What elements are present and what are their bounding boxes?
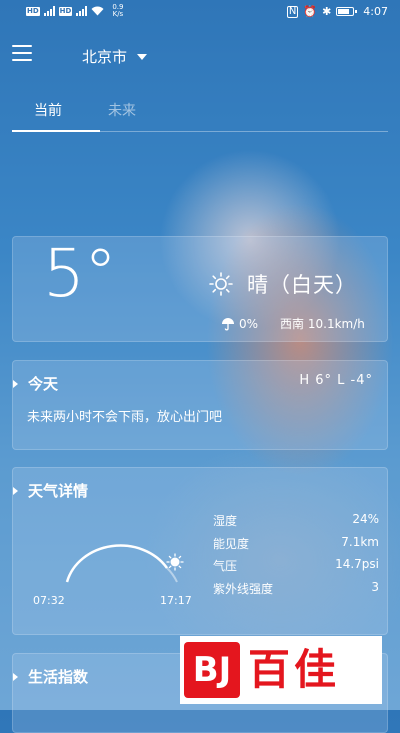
signal-icon: [43, 6, 55, 16]
today-description: 未来两小时不会下雨，放心出门吧: [27, 410, 223, 425]
menu-icon[interactable]: [12, 45, 32, 61]
battery-icon: [336, 7, 358, 16]
today-header: 今天: [13, 373, 58, 394]
chevron-down-icon: [137, 53, 148, 60]
speed-unit: K/s: [112, 10, 124, 18]
detail-header: 天气详情: [13, 480, 88, 501]
today-title: 今天: [28, 375, 59, 393]
sun-arc-path: [65, 544, 169, 583]
precip-wind-row: 0% 西南 10.1km/h: [221, 315, 365, 332]
metric-value: 7.1km: [341, 534, 379, 549]
caret-right-icon: [13, 486, 18, 495]
condition-text: 晴（白天）: [247, 273, 357, 297]
city-name: 北京市: [82, 48, 128, 66]
life-title: 生活指数: [28, 668, 89, 686]
status-left: HD HD 0.9 K/s: [26, 4, 123, 18]
metric-humidity: 湿度 24%: [213, 512, 379, 535]
wifi-icon: [91, 6, 104, 16]
tab-indicator: [12, 130, 100, 132]
metric-visibility: 能见度 7.1km: [213, 535, 379, 558]
brand-logo-mark: BJ: [184, 642, 240, 698]
brand-logo-text: 百佳: [248, 645, 341, 694]
condition-row: 晴（白天）: [209, 269, 357, 299]
sunrise-time: 07:32: [33, 594, 65, 607]
caret-right-icon: [13, 379, 18, 388]
detail-metrics: 湿度 24% 能见度 7.1km 气压 14.7psi 紫外线强度 3: [213, 512, 379, 602]
hd-badge-2: HD: [58, 6, 73, 16]
today-card[interactable]: 今天 H 6° L -4° 未来两小时不会下雨，放心出门吧: [12, 360, 388, 450]
precipitation-value: 0%: [239, 316, 259, 331]
current-temperature: 5°: [43, 235, 117, 312]
brand-watermark: BJ 百佳: [180, 636, 382, 704]
status-right: N ⏰ ✱ 4:07: [286, 5, 388, 18]
city-selector[interactable]: 北京市: [82, 46, 148, 67]
metric-uv: 紫外线强度 3: [213, 580, 379, 603]
sunset-time: 17:17: [160, 594, 192, 607]
sun-arc-chart: [65, 544, 184, 583]
detail-title: 天气详情: [28, 482, 89, 500]
tab-current[interactable]: 当前: [34, 100, 62, 120]
sun-position-icon: [166, 553, 184, 571]
high-low-temp: H 6° L -4°: [299, 373, 373, 388]
signal-icon-2: [76, 6, 88, 16]
status-bar: HD HD 0.9 K/s N ⏰ ✱ 4:07: [0, 0, 400, 26]
caret-right-icon: [13, 672, 18, 681]
umbrella-icon: [222, 317, 234, 330]
metric-label: 湿度: [213, 514, 238, 528]
metric-label: 能见度: [213, 536, 250, 551]
nfc-icon: N: [286, 5, 299, 18]
metric-pressure: 气压 14.7psi: [213, 557, 379, 580]
alarm-icon: ⏰: [303, 5, 318, 18]
metric-label: 紫外线强度: [213, 581, 274, 596]
wind-value: 西南 10.1km/h: [280, 317, 365, 331]
hd-badge: HD: [26, 6, 40, 16]
metric-value: 14.7psi: [335, 557, 379, 571]
sun-icon: [209, 272, 233, 296]
metric-label: 气压: [213, 559, 238, 573]
metric-value: 3: [371, 579, 379, 594]
metric-value: 24%: [352, 512, 379, 526]
life-header: 生活指数: [13, 666, 88, 687]
current-weather-card: 5° 晴（白天） 0% 西南 10.1km/h: [12, 235, 388, 342]
clock: 4:07: [363, 5, 388, 18]
tab-bar: 当前 未来: [12, 96, 388, 132]
tab-future[interactable]: 未来: [108, 100, 136, 120]
weather-detail-card[interactable]: 天气详情 07:32 17:17 湿度 24% 能见度 7.1km 气压 14.7ps…: [12, 467, 388, 635]
bluetooth-icon: ✱: [322, 5, 332, 18]
network-speed: 0.9 K/s: [112, 4, 123, 18]
